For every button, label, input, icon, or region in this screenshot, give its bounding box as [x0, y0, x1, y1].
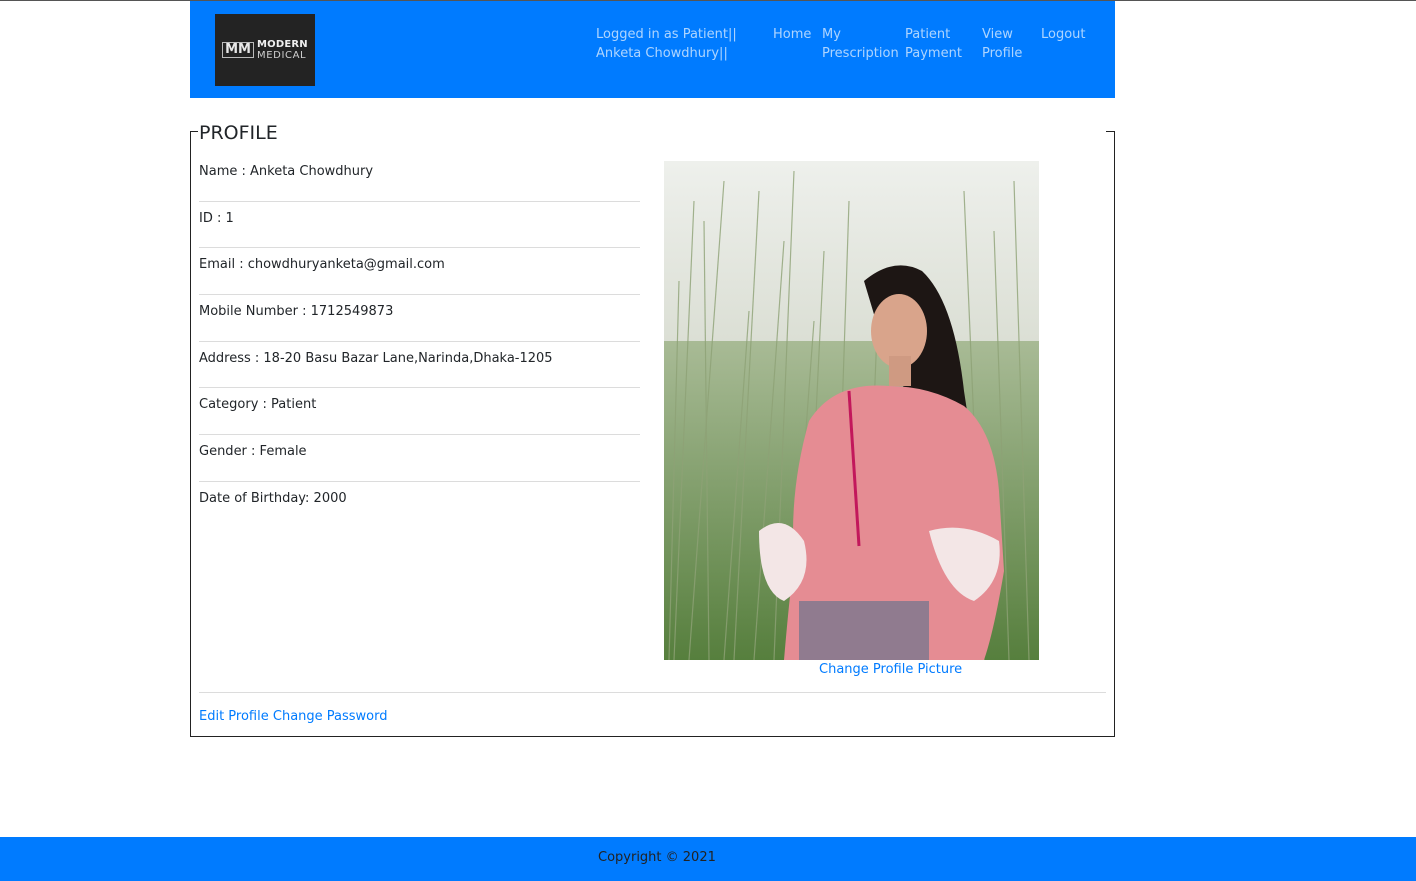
logo-line2: MEDICAL	[257, 50, 307, 61]
nav-view-profile-link[interactable]: View Profile	[982, 25, 1032, 63]
profile-field-category: Category : Patient	[199, 388, 640, 436]
profile-actions: Edit Profile Change Password	[199, 709, 388, 724]
divider	[199, 692, 1106, 693]
edit-profile-link[interactable]: Edit Profile	[199, 709, 269, 724]
footer: Copyright © 2021	[0, 837, 1416, 881]
profile-field-id: ID : 1	[199, 202, 640, 249]
profile-photo-image	[664, 161, 1039, 660]
profile-field-address: Address : 18-20 Basu Bazar Lane,Narinda,…	[199, 342, 640, 389]
nav-payment-link[interactable]: Patient Payment	[905, 25, 975, 63]
navbar: MM MODERN MEDICAL Logged in as Patient||…	[190, 1, 1115, 98]
profile-field-name: Name : Anketa Chowdhury	[199, 155, 640, 202]
login-status-role: Logged in as Patient||	[596, 27, 737, 42]
profile-heading: PROFILE	[198, 122, 279, 144]
panel-border	[190, 736, 1115, 737]
nav-home-link[interactable]: Home	[773, 25, 811, 44]
change-password-link[interactable]: Change Password	[273, 709, 388, 724]
panel-border	[1114, 131, 1115, 737]
profile-field-birthday: Date of Birthday: 2000	[199, 490, 347, 506]
copyright-text: Copyright © 2021	[598, 850, 716, 865]
profile-photo	[664, 161, 1039, 660]
nav-logout-link[interactable]: Logout	[1041, 25, 1086, 44]
login-status: Logged in as Patient|| Anketa Chowdhury|…	[596, 25, 746, 63]
panel-border	[190, 131, 191, 737]
login-status-name: Anketa Chowdhury||	[596, 46, 728, 61]
profile-field-email: Email : chowdhuryanketa@gmail.com	[199, 248, 640, 296]
logo-mark: MM	[222, 42, 254, 58]
profile-info-list: Name : Anketa Chowdhury ID : 1 Email : c…	[199, 155, 640, 529]
profile-field-mobile: Mobile Number : 1712549873	[199, 295, 640, 342]
nav-prescription-link[interactable]: My Prescription	[822, 25, 902, 63]
logo-line1: MODERN	[257, 39, 308, 50]
change-profile-picture-link[interactable]: Change Profile Picture	[819, 662, 962, 677]
logo-text: MODERN MEDICAL	[257, 39, 308, 61]
logo[interactable]: MM MODERN MEDICAL	[215, 14, 315, 86]
profile-panel: PROFILE Name : Anketa Chowdhury ID : 1 E…	[190, 122, 1115, 737]
profile-field-gender: Gender : Female	[199, 435, 640, 482]
